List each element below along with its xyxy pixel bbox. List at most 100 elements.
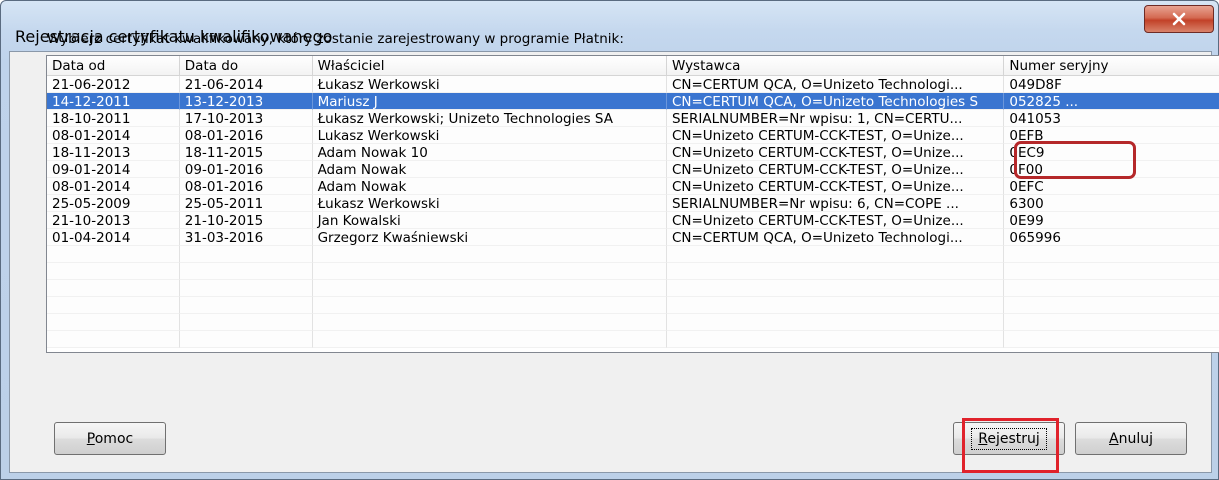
empty-cell <box>1004 280 1219 297</box>
col-date-from-cell: 08-01-2014 <box>47 127 180 144</box>
empty-row <box>47 314 1219 331</box>
col-owner-cell: Adam Nowak 10 <box>312 144 667 161</box>
certificate-row[interactable]: 18-10-2011 17-10-2013 Łukasz Werkowski; Un… <box>47 110 1219 127</box>
empty-row <box>47 263 1219 280</box>
col-serial-header[interactable]: Numer seryjny <box>1004 56 1219 76</box>
col-date-from-cell: 08-01-2014 <box>47 178 180 195</box>
empty-row <box>47 297 1219 314</box>
col-date-from-cell: 21-10-2013 <box>47 212 180 229</box>
col-date-from-cell: 18-11-2013 <box>47 144 180 161</box>
col-date-to-cell: 18-11-2015 <box>179 144 313 161</box>
col-issuer-cell: CN=Unizeto CERTUM-CCK-TEST, O=Unize... <box>666 161 1005 178</box>
certificate-list[interactable]: Data od Data do Właściciel Wystawca Numer se… <box>46 55 1219 353</box>
col-owner-cell: Mariusz J <box>312 93 667 110</box>
empty-cell <box>47 314 180 331</box>
col-serial-cell: 6300 <box>1004 195 1219 212</box>
empty-cell <box>666 314 1005 331</box>
col-issuer-cell: SERIALNUMBER=Nr wpisu: 6, CN=COPE ... <box>666 195 1005 212</box>
col-serial-cell: 0EFC <box>1004 178 1219 195</box>
col-date-to-cell: 13-12-2013 <box>179 93 313 110</box>
empty-cell <box>312 280 667 297</box>
col-owner-cell: Adam Nowak <box>312 178 667 195</box>
col-owner-cell: Adam Nowak <box>312 161 667 178</box>
col-date-to-cell: 08-01-2016 <box>179 127 313 144</box>
certificate-row[interactable]: 21-10-2013 21-10-2015 Jan Kowalski CN=Unize… <box>47 212 1219 229</box>
cancel-button[interactable]: Anuluj <box>1075 422 1187 455</box>
close-button[interactable] <box>1144 5 1214 33</box>
col-issuer-cell: CN=Unizeto CERTUM-CCK-TEST, O=Unize... <box>666 178 1005 195</box>
empty-cell <box>666 331 1005 348</box>
col-owner-cell: Grzegorz Kwaśniewski <box>312 229 667 246</box>
empty-cell <box>179 314 313 331</box>
empty-cell <box>666 280 1005 297</box>
col-date-from-header[interactable]: Data od <box>47 56 180 76</box>
certificate-row[interactable]: 25-05-2009 25-05-2011 Łukasz Werkowski SERI… <box>47 195 1219 212</box>
empty-cell <box>1004 331 1219 348</box>
certificate-row[interactable]: 14-12-2011 13-12-2013 Mariusz J CN=CERTUM Q… <box>47 93 1219 110</box>
col-date-to-cell: 25-05-2011 <box>179 195 313 212</box>
col-owner-cell: Lukasz Werkowski <box>312 127 667 144</box>
dialog-window: Rejestracja certyfikatu kwalifikowanego … <box>0 0 1219 480</box>
certificate-row[interactable]: 21-06-2012 21-06-2014 Łukasz Werkowski CN=C… <box>47 76 1219 93</box>
col-date-to-cell: 08-01-2016 <box>179 178 313 195</box>
col-serial-cell: 052825 ... <box>1004 93 1219 110</box>
empty-cell <box>666 263 1005 280</box>
empty-cell <box>312 246 667 263</box>
empty-cell <box>312 331 667 348</box>
col-date-to-cell: 31-03-2016 <box>179 229 313 246</box>
empty-cell <box>47 297 180 314</box>
col-serial-cell: 041053 <box>1004 110 1219 127</box>
col-date-to-cell: 21-10-2015 <box>179 212 313 229</box>
col-issuer-cell: CN=CERTUM QCA, O=Unizeto Technologi... <box>666 229 1005 246</box>
empty-cell <box>1004 246 1219 263</box>
list-header: Data od Data do Właściciel Wystawca Numer se… <box>47 56 1219 76</box>
col-issuer-cell: CN=Unizeto CERTUM-CCK-TEST, O=Unize... <box>666 127 1005 144</box>
empty-cell <box>47 263 180 280</box>
empty-cell <box>666 246 1005 263</box>
empty-cell <box>1004 263 1219 280</box>
close-icon <box>1172 12 1186 26</box>
empty-row <box>47 280 1219 297</box>
col-owner-cell: Łukasz Werkowski <box>312 195 667 212</box>
empty-cell <box>312 263 667 280</box>
col-owner-header[interactable]: Właściciel <box>313 56 667 76</box>
col-issuer-cell: CN=Unizeto CERTUM-CCK-TEST, O=Unize... <box>666 144 1005 161</box>
serial-highlight-box <box>1014 141 1136 179</box>
instruction-label: Wybierz certyfikat kwalifikowany, który … <box>47 31 624 47</box>
empty-row <box>47 246 1219 263</box>
empty-cell <box>47 246 180 263</box>
empty-cell <box>179 280 313 297</box>
cancel-button-label: Anuluj <box>1109 430 1153 447</box>
help-button[interactable]: Pomoc <box>54 422 166 455</box>
empty-cell <box>179 331 313 348</box>
certificate-row[interactable]: 01-04-2014 31-03-2016 Grzegorz Kwaśniewski… <box>47 229 1219 246</box>
empty-cell <box>47 280 180 297</box>
col-owner-cell: Jan Kowalski <box>312 212 667 229</box>
col-date-to-header[interactable]: Data do <box>180 56 313 76</box>
empty-cell <box>179 263 313 280</box>
col-owner-cell: Łukasz Werkowski; Unizeto Technologies S… <box>312 110 667 127</box>
col-issuer-cell: CN=CERTUM QCA, O=Unizeto Technologies S <box>666 93 1005 110</box>
empty-cell <box>179 297 313 314</box>
empty-cell <box>1004 297 1219 314</box>
col-serial-cell: 0E99 <box>1004 212 1219 229</box>
empty-cell <box>179 246 313 263</box>
empty-cell <box>312 297 667 314</box>
col-date-from-cell: 01-04-2014 <box>47 229 180 246</box>
register-highlight-box <box>962 418 1059 473</box>
col-issuer-cell: SERIALNUMBER=Nr wpisu: 1, CN=CERTU... <box>666 110 1005 127</box>
empty-cell <box>47 331 180 348</box>
empty-cell <box>1004 314 1219 331</box>
col-date-from-cell: 09-01-2014 <box>47 161 180 178</box>
col-date-from-cell: 18-10-2011 <box>47 110 180 127</box>
list-body: 21-06-2012 21-06-2014 Łukasz Werkowski CN=C… <box>47 76 1219 348</box>
col-date-from-cell: 21-06-2012 <box>47 76 180 93</box>
col-date-from-cell: 25-05-2009 <box>47 195 180 212</box>
certificate-row[interactable]: 08-01-2014 08-01-2016 Adam Nowak CN=Unizeto… <box>47 178 1219 195</box>
help-button-label: Pomoc <box>86 430 134 447</box>
col-issuer-cell: CN=Unizeto CERTUM-CCK-TEST, O=Unize... <box>666 212 1005 229</box>
col-serial-cell: 049D8F <box>1004 76 1219 93</box>
col-date-from-cell: 14-12-2011 <box>47 93 180 110</box>
col-issuer-header[interactable]: Wystawca <box>667 56 1005 76</box>
empty-cell <box>666 297 1005 314</box>
